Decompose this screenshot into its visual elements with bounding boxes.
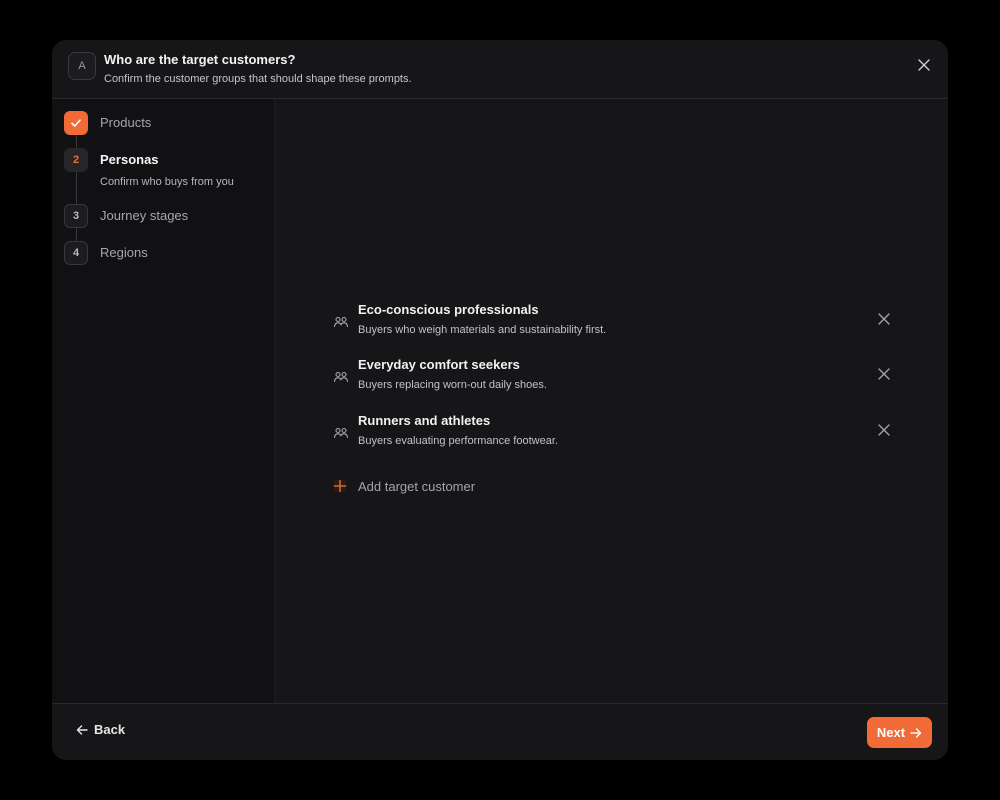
- step-products[interactable]: Products: [64, 111, 151, 135]
- steps-sidebar: Products 2 Personas Confirm who buys fro…: [52, 99, 275, 703]
- users-icon: [333, 427, 349, 439]
- personas-panel: Eco-conscious professionals Buyers who w…: [275, 99, 948, 703]
- step-number: 2: [64, 148, 88, 172]
- arrow-left-icon: [76, 724, 88, 735]
- step-connector: [76, 135, 77, 149]
- persona-title: Runners and athletes: [358, 413, 491, 428]
- users-icon: [333, 371, 349, 383]
- users-icon: [333, 316, 349, 328]
- step-personas[interactable]: 2 Personas Confirm who buys from you: [64, 148, 234, 188]
- remove-icon: [878, 424, 890, 436]
- next-label: Next: [876, 725, 906, 740]
- step-label: Regions: [100, 245, 148, 260]
- wizard-modal: A Who are the target customers? Confirm …: [52, 40, 948, 760]
- persona-description: Buyers replacing worn-out daily shoes.: [358, 379, 547, 391]
- next-button[interactable]: Next: [867, 717, 932, 748]
- step-number: 3: [64, 204, 88, 228]
- remove-persona-button[interactable]: [875, 421, 893, 439]
- persona-title: Everyday comfort seekers: [358, 357, 520, 372]
- persona-description: Buyers evaluating performance footwear.: [358, 435, 558, 447]
- arrow-right-icon: [910, 727, 922, 738]
- add-target-customer-button[interactable]: Add target customer: [333, 476, 475, 496]
- plus-icon: [333, 479, 347, 493]
- persona-title: Eco-conscious professionals: [358, 302, 539, 317]
- page-subtitle: Confirm the customer groups that should …: [104, 73, 412, 85]
- modal-header: A Who are the target customers? Confirm …: [52, 40, 948, 99]
- step-number: [64, 111, 88, 135]
- step-journey-stages[interactable]: 3 Journey stages: [64, 204, 188, 228]
- remove-icon: [878, 368, 890, 380]
- step-label: Journey stages: [100, 208, 189, 223]
- step-label: Products: [100, 115, 152, 130]
- back-label: Back: [94, 722, 126, 737]
- close-icon: [918, 59, 930, 71]
- check-icon: [71, 119, 81, 127]
- close-button[interactable]: [914, 55, 934, 75]
- step-description: Confirm who buys from you: [100, 176, 234, 188]
- persona-item: Eco-conscious professionals Buyers who w…: [333, 302, 893, 346]
- step-label: Personas: [100, 152, 159, 167]
- step-connector: [76, 228, 77, 242]
- remove-icon: [878, 313, 890, 325]
- header-badge: A: [68, 52, 96, 80]
- persona-item: Runners and athletes Buyers evaluating p…: [333, 413, 893, 457]
- persona-description: Buyers who weigh materials and sustainab…: [358, 324, 607, 336]
- persona-item: Everyday comfort seekers Buyers replacin…: [333, 357, 893, 401]
- page-title: Who are the target customers?: [104, 52, 296, 67]
- step-number: 4: [64, 241, 88, 265]
- remove-persona-button[interactable]: [875, 365, 893, 383]
- back-button[interactable]: Back: [76, 722, 125, 737]
- step-regions[interactable]: 4 Regions: [64, 241, 148, 265]
- add-target-customer-label: Add target customer: [358, 478, 476, 494]
- modal-footer: Back Next: [52, 703, 948, 760]
- remove-persona-button[interactable]: [875, 310, 893, 328]
